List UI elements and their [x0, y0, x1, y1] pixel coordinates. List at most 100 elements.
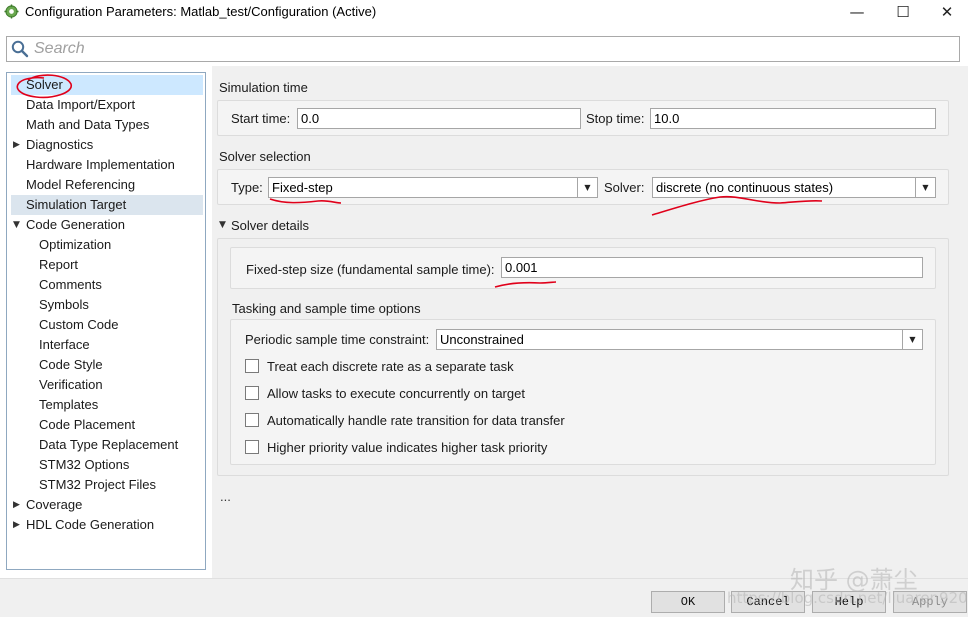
- tree-item-label: Interface: [39, 337, 90, 352]
- tree-item-model-referencing[interactable]: Model Referencing: [11, 175, 201, 195]
- solver-dropdown-value: discrete (no continuous states): [656, 180, 834, 195]
- tree-item-hdl-code-generation[interactable]: ▶ HDL Code Generation: [11, 515, 201, 535]
- solver-details-group: Fixed-step size (fundamental sample time…: [217, 238, 949, 476]
- tree-item-label: Symbols: [39, 297, 89, 312]
- checkbox-label: Treat each discrete rate as a separate t…: [267, 358, 514, 374]
- checkbox[interactable]: [245, 440, 259, 454]
- tree-item-stm32-project-files[interactable]: STM32 Project Files: [11, 475, 201, 495]
- tree-item-label: STM32 Project Files: [39, 477, 157, 492]
- solver-selection-heading: Solver selection: [219, 149, 311, 164]
- tree-item-templates[interactable]: Templates: [11, 395, 201, 415]
- tree-item-custom-code[interactable]: Custom Code: [11, 315, 201, 335]
- type-dropdown[interactable]: Fixed-step ▼: [268, 177, 598, 198]
- tree-item-simulation-target[interactable]: Simulation Target: [11, 195, 203, 215]
- tree-item-label: Solver: [26, 77, 63, 92]
- concurrent-tasks-checkbox-row[interactable]: Allow tasks to execute concurrently on t…: [245, 384, 525, 402]
- start-time-field[interactable]: 0.0: [297, 108, 581, 129]
- gear-settings-icon: [4, 4, 19, 19]
- checkbox-label: Automatically handle rate transition for…: [267, 412, 565, 428]
- tree-item-label: HDL Code Generation: [26, 517, 155, 532]
- tree-item-coverage[interactable]: ▶ Coverage: [11, 495, 201, 515]
- periodic-constraint-label: Periodic sample time constraint:: [245, 332, 430, 347]
- chevron-down-icon: ▼: [577, 178, 597, 197]
- tree-item-diagnostics[interactable]: ▶ Diagnostics: [11, 135, 201, 155]
- tree-item-label: Data Import/Export: [26, 97, 136, 112]
- tree-item-label: Model Referencing: [26, 177, 136, 192]
- search-icon: [11, 40, 29, 58]
- expand-arrow-icon[interactable]: ▶: [13, 515, 20, 535]
- solver-details-heading: Solver details: [231, 218, 310, 233]
- chevron-down-icon: ▼: [902, 330, 922, 349]
- tree-item-label: Report: [39, 257, 79, 272]
- tree-item-label: Code Placement: [39, 417, 136, 432]
- minimize-button[interactable]: —: [834, 0, 880, 24]
- type-label: Type:: [231, 180, 263, 195]
- type-dropdown-value: Fixed-step: [272, 180, 333, 195]
- tree-item-label: Custom Code: [39, 317, 119, 332]
- checkbox[interactable]: [245, 413, 259, 427]
- periodic-constraint-value: Unconstrained: [440, 332, 524, 347]
- solver-dropdown[interactable]: discrete (no continuous states) ▼: [652, 177, 936, 198]
- separate-task-checkbox-row[interactable]: Treat each discrete rate as a separate t…: [245, 357, 514, 375]
- tree-item-report[interactable]: Report: [11, 255, 201, 275]
- cancel-button[interactable]: Cancel: [731, 591, 805, 613]
- simulation-time-heading: Simulation time: [219, 80, 308, 95]
- tree-item-label: Verification: [39, 377, 103, 392]
- tree-item-code-style[interactable]: Code Style: [11, 355, 201, 375]
- checkbox-label: Allow tasks to execute concurrently on t…: [267, 385, 525, 401]
- fixed-step-label: Fixed-step size (fundamental sample time…: [246, 262, 495, 277]
- tree-item-data-import-export[interactable]: Data Import/Export: [11, 95, 201, 115]
- fixed-step-size-field[interactable]: 0.001: [501, 257, 923, 278]
- collapse-arrow-icon: ▼: [219, 220, 226, 230]
- tasking-group: Periodic sample time constraint: Unconst…: [230, 319, 936, 465]
- window-title: Configuration Parameters: Matlab_test/Co…: [25, 4, 377, 19]
- tree-item-verification[interactable]: Verification: [11, 375, 201, 395]
- maximize-button[interactable]: ☐: [880, 0, 926, 24]
- tree-item-label: Coverage: [26, 497, 83, 512]
- tree-item-label: Templates: [39, 397, 99, 412]
- checkbox-label: Higher priority value indicates higher t…: [267, 439, 548, 455]
- tree-item-label: Code Generation: [26, 217, 126, 232]
- dialog-button-bar: OK Cancel Help Apply: [0, 578, 968, 617]
- collapse-arrow-icon[interactable]: ▼: [13, 215, 20, 235]
- priority-checkbox-row[interactable]: Higher priority value indicates higher t…: [245, 438, 547, 456]
- expand-arrow-icon[interactable]: ▶: [13, 495, 20, 515]
- stop-time-label: Stop time:: [586, 111, 645, 126]
- tree-item-interface[interactable]: Interface: [11, 335, 201, 355]
- tree-item-label: Simulation Target: [26, 197, 127, 212]
- stop-time-field[interactable]: 10.0: [650, 108, 936, 129]
- title-bar: Configuration Parameters: Matlab_test/Co…: [0, 0, 968, 24]
- tree-item-label: STM32 Options: [39, 457, 130, 472]
- search-input[interactable]: [34, 39, 934, 59]
- checkbox[interactable]: [245, 386, 259, 400]
- tree-item-math-and-data-types[interactable]: Math and Data Types: [11, 115, 201, 135]
- tree-item-label: Code Style: [39, 357, 103, 372]
- help-button[interactable]: Help: [812, 591, 886, 613]
- solver-settings-panel: Simulation time Start time: 0.0 Stop tim…: [212, 66, 968, 578]
- close-button[interactable]: ✕: [924, 0, 968, 24]
- tree-item-label: Comments: [39, 277, 102, 292]
- apply-button[interactable]: Apply: [893, 591, 967, 613]
- more-options-ellipsis: ...: [220, 489, 231, 504]
- tree-item-symbols[interactable]: Symbols: [11, 295, 201, 315]
- tree-item-code-placement[interactable]: Code Placement: [11, 415, 201, 435]
- periodic-constraint-dropdown[interactable]: Unconstrained ▼: [436, 329, 923, 350]
- expand-arrow-icon[interactable]: ▶: [13, 135, 20, 155]
- tree-item-stm32-options[interactable]: STM32 Options: [11, 455, 201, 475]
- tree-item-solver[interactable]: Solver: [11, 75, 203, 95]
- tree-item-data-type-replacement[interactable]: Data Type Replacement: [11, 435, 201, 455]
- checkbox[interactable]: [245, 359, 259, 373]
- category-tree: Solver Data Import/Export Math and Data Ty…: [6, 72, 206, 570]
- rate-transition-checkbox-row[interactable]: Automatically handle rate transition for…: [245, 411, 565, 429]
- tree-item-hardware-implementation[interactable]: Hardware Implementation: [11, 155, 201, 175]
- tree-item-label: Data Type Replacement: [39, 437, 179, 452]
- tree-item-label: Optimization: [39, 237, 112, 252]
- tree-item-comments[interactable]: Comments: [11, 275, 201, 295]
- tree-item-label: Math and Data Types: [26, 117, 150, 132]
- chevron-down-icon: ▼: [915, 178, 935, 197]
- ok-button[interactable]: OK: [651, 591, 725, 613]
- tree-item-optimization[interactable]: Optimization: [11, 235, 201, 255]
- tree-item-code-generation[interactable]: ▼ Code Generation: [11, 215, 201, 235]
- simulation-time-group: Start time: 0.0 Stop time: 10.0: [217, 100, 949, 136]
- solver-selection-group: Type: Fixed-step ▼ Solver: discrete (no …: [217, 169, 949, 205]
